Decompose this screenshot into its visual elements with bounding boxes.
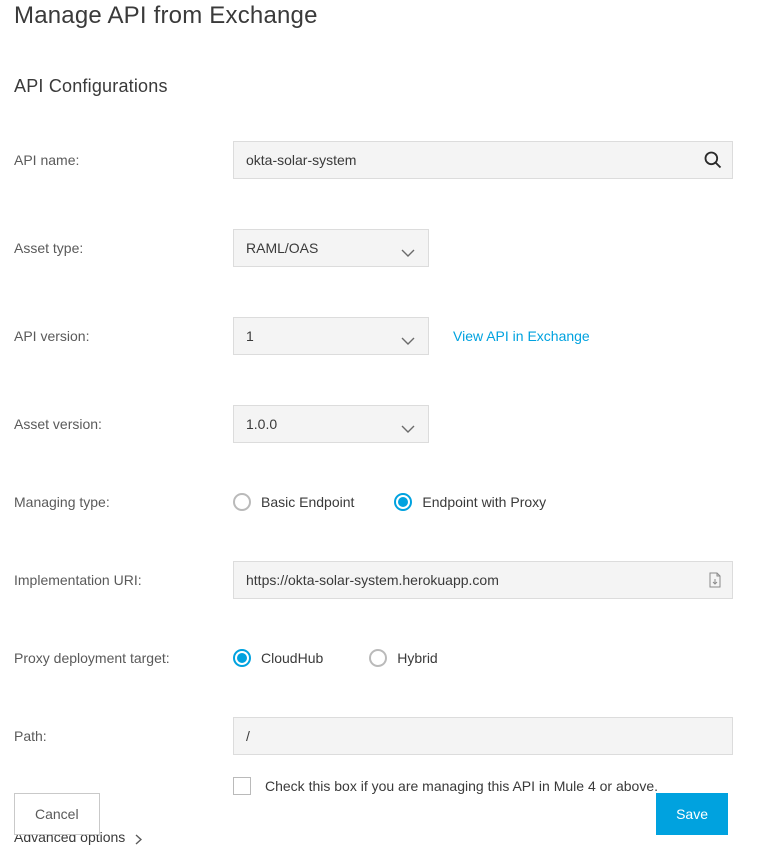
label-api-name: API name: <box>14 152 233 168</box>
label-path: Path: <box>14 728 233 744</box>
api-name-input[interactable] <box>233 141 733 179</box>
view-in-exchange-link[interactable]: View API in Exchange <box>453 328 590 344</box>
cancel-button[interactable]: Cancel <box>14 793 100 835</box>
label-implementation-uri: Implementation URI: <box>14 572 233 588</box>
radio-cloudhub[interactable]: CloudHub <box>233 649 323 667</box>
radio-icon <box>233 493 251 511</box>
footer-actions: Cancel Save <box>14 793 728 835</box>
asset-version-select[interactable]: 1.0.0 <box>233 405 429 443</box>
page-title: Manage API from Exchange <box>14 0 764 30</box>
radio-label: CloudHub <box>261 650 323 666</box>
label-asset-type: Asset type: <box>14 240 233 256</box>
radio-endpoint-with-proxy[interactable]: Endpoint with Proxy <box>394 493 546 511</box>
radio-basic-endpoint[interactable]: Basic Endpoint <box>233 493 354 511</box>
radio-label: Endpoint with Proxy <box>422 494 546 510</box>
api-version-select[interactable]: 1 <box>233 317 429 355</box>
row-api-name: API name: <box>14 141 764 179</box>
label-managing-type: Managing type: <box>14 494 233 510</box>
label-asset-version: Asset version: <box>14 416 233 432</box>
save-button[interactable]: Save <box>656 793 728 835</box>
label-api-version: API version: <box>14 328 233 344</box>
section-title: API Configurations <box>14 76 764 97</box>
api-config-form: API name: Asset type: RAML/OAS <box>14 141 764 845</box>
row-asset-type: Asset type: RAML/OAS <box>14 229 764 267</box>
implementation-uri-input[interactable] <box>233 561 733 599</box>
radio-label: Basic Endpoint <box>261 494 354 510</box>
label-proxy-target: Proxy deployment target: <box>14 650 233 666</box>
mule4-checkbox-label: Check this box if you are managing this … <box>265 778 658 794</box>
proxy-target-radio-group: CloudHub Hybrid <box>233 649 438 667</box>
row-managing-type: Managing type: Basic Endpoint Endpoint w… <box>14 493 764 511</box>
row-proxy-target: Proxy deployment target: CloudHub Hybrid <box>14 649 764 667</box>
path-input[interactable] <box>233 717 733 755</box>
radio-hybrid[interactable]: Hybrid <box>369 649 437 667</box>
managing-type-radio-group: Basic Endpoint Endpoint with Proxy <box>233 493 546 511</box>
row-asset-version: Asset version: 1.0.0 <box>14 405 764 443</box>
row-implementation-uri: Implementation URI: <box>14 561 764 599</box>
row-api-version: API version: 1 View API in Exchange <box>14 317 764 355</box>
radio-label: Hybrid <box>397 650 437 666</box>
row-path: Path: <box>14 717 764 755</box>
asset-type-select[interactable]: RAML/OAS <box>233 229 429 267</box>
radio-icon-selected <box>233 649 251 667</box>
radio-icon <box>369 649 387 667</box>
radio-icon-selected <box>394 493 412 511</box>
